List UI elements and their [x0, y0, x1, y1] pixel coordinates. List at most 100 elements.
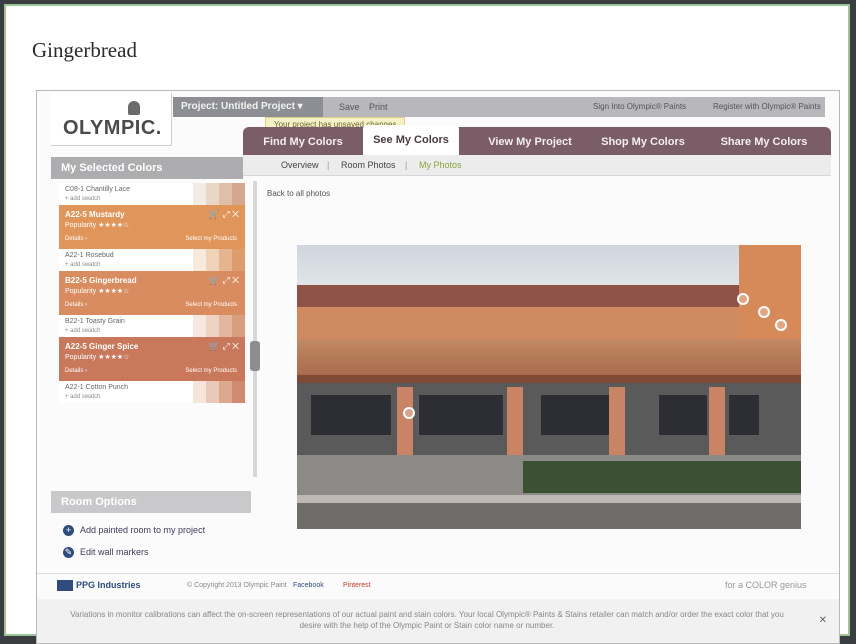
olympic-app-screenshot: OLYMPIC. Project: Untitled Project ▾ Sav…	[36, 90, 840, 644]
swatch-chip[interactable]	[219, 315, 232, 337]
wall-marker-icon[interactable]	[403, 407, 415, 419]
add-swatch-link[interactable]: + add swatch	[65, 262, 101, 268]
photo-window	[311, 395, 391, 435]
back-to-photos-link[interactable]: Back to all photos	[267, 189, 330, 198]
swatch-chip[interactable]	[219, 249, 232, 271]
swatch-chip[interactable]	[193, 381, 206, 403]
swatch-chip[interactable]	[206, 249, 219, 271]
room-photo[interactable]	[297, 245, 801, 529]
swatch-chip[interactable]	[232, 315, 245, 337]
swatch-name: B22-1 Toasty Grain	[65, 318, 125, 325]
swatch-row[interactable]: A22-1 Cotton Punch + add swatch	[59, 381, 245, 403]
card-actions-icon[interactable]: 🛒 ⤢ ✕	[209, 341, 239, 352]
wall-marker-icon[interactable]	[737, 293, 749, 305]
edit-wall-markers-label: Edit wall markers	[80, 547, 149, 557]
swatch-chip[interactable]	[206, 315, 219, 337]
color-card[interactable]: B22-5 Gingerbread Popularity ★★★★☆ Details…	[59, 271, 245, 315]
room-options-title[interactable]: Room Options	[51, 491, 251, 513]
add-swatch-link[interactable]: + add swatch	[65, 196, 101, 202]
photo-hedge	[523, 461, 801, 493]
swatch-chip[interactable]	[232, 249, 245, 271]
swatch-name: C08-1 Chantilly Lace	[65, 186, 130, 193]
swatch-chip[interactable]	[193, 315, 206, 337]
swatch-chip[interactable]	[193, 183, 206, 205]
add-swatch-link[interactable]: + add swatch	[65, 328, 101, 334]
pinterest-link[interactable]: Pinterest	[343, 582, 371, 589]
logo[interactable]: OLYMPIC.	[51, 93, 172, 146]
select-products-link[interactable]: Select my Products	[185, 302, 237, 308]
ppg-logo-icon	[57, 580, 73, 592]
register-link[interactable]: Register with Olympic® Paints	[713, 97, 821, 117]
color-card[interactable]: A22-5 Ginger Spice Popularity ★★★★☆ Detail…	[59, 337, 245, 381]
swatch-chips	[193, 183, 245, 205]
popularity-rating: Popularity ★★★★☆	[65, 354, 130, 361]
selected-colors-list: C08-1 Chantilly Lace + add swatch A22-5 Mu…	[59, 183, 245, 483]
signin-link[interactable]: Sign Into Olympic® Paints	[593, 97, 686, 117]
scrollbar-thumb[interactable]	[250, 341, 260, 371]
logo-text: OLYMPIC.	[63, 117, 162, 139]
swatch-chip[interactable]	[232, 381, 245, 403]
subtab-my-photos[interactable]: My Photos	[419, 155, 462, 175]
swatch-chip[interactable]	[219, 381, 232, 403]
edit-wall-markers-option[interactable]: ✎ Edit wall markers	[63, 547, 149, 559]
scrollbar-track[interactable]	[253, 181, 257, 477]
photo-road	[297, 503, 801, 529]
select-products-link[interactable]: Select my Products	[185, 368, 237, 374]
sidebar-title[interactable]: My Selected Colors	[51, 157, 243, 179]
select-products-link[interactable]: Select my Products	[185, 236, 237, 242]
project-dropdown[interactable]: Project: Untitled Project ▾	[173, 97, 323, 117]
details-link[interactable]: Details ›	[65, 302, 87, 308]
swatch-chip[interactable]	[193, 249, 206, 271]
ppg-logo[interactable]: PPG Industries	[57, 580, 141, 592]
color-card[interactable]: A22-5 Mustardy Popularity ★★★★☆ Details › S…	[59, 205, 245, 249]
photo-roof-band	[297, 285, 765, 307]
color-name: B22-5 Gingerbread	[65, 276, 137, 285]
swatch-chips	[193, 249, 245, 271]
photo-awning	[297, 339, 801, 375]
swatch-name: A22-1 Rosebud	[65, 252, 114, 259]
disclaimer-text: Variations in monitor calibrations can a…	[70, 610, 784, 630]
add-painted-room-label: Add painted room to my project	[80, 525, 206, 535]
swatch-row[interactable]: B22-1 Toasty Grain + add swatch	[59, 315, 245, 337]
main-nav: Find My Colors See My Colors View My Pro…	[243, 125, 831, 155]
details-link[interactable]: Details ›	[65, 236, 87, 242]
subnav-separator: |	[405, 160, 408, 170]
close-icon[interactable]: ✕	[819, 615, 827, 626]
swatch-chip[interactable]	[232, 183, 245, 205]
ppg-label: PPG Industries	[76, 580, 141, 590]
save-link[interactable]: Save	[339, 97, 360, 117]
photo-window	[729, 395, 759, 435]
subtab-room-photos[interactable]: Room Photos	[341, 155, 396, 175]
add-swatch-link[interactable]: + add swatch	[65, 394, 101, 400]
photo-pillar	[507, 387, 523, 455]
swatch-row[interactable]: A22-1 Rosebud + add swatch	[59, 249, 245, 271]
facebook-link[interactable]: Facebook	[293, 582, 324, 589]
tab-see-my-colors[interactable]: See My Colors	[363, 125, 459, 155]
card-actions-icon[interactable]: 🛒 ⤢ ✕	[209, 209, 239, 220]
photo-window	[419, 395, 503, 435]
copyright: © Copyright 2013 Olympic Paint	[187, 582, 287, 589]
tab-view-my-project[interactable]: View My Project	[475, 127, 585, 155]
subtab-overview[interactable]: Overview	[281, 155, 319, 175]
logo-mark-icon	[128, 101, 140, 115]
add-painted-room-option[interactable]: + Add painted room to my project	[63, 525, 206, 537]
sub-nav: Overview | Room Photos | My Photos	[243, 155, 831, 176]
photo-fascia	[297, 375, 801, 383]
popularity-rating: Popularity ★★★★☆	[65, 288, 130, 295]
disclaimer-bar: Variations in monitor calibrations can a…	[37, 599, 839, 643]
print-link[interactable]: Print	[369, 97, 388, 117]
tab-shop-my-colors[interactable]: Shop My Colors	[593, 127, 693, 155]
swatch-chip[interactable]	[219, 183, 232, 205]
photo-pillar	[609, 387, 625, 455]
tab-find-my-colors[interactable]: Find My Colors	[253, 127, 353, 155]
wall-marker-icon[interactable]	[758, 306, 770, 318]
card-actions-icon[interactable]: 🛒 ⤢ ✕	[209, 275, 239, 286]
tab-share-my-colors[interactable]: Share My Colors	[709, 127, 819, 155]
details-link[interactable]: Details ›	[65, 368, 87, 374]
swatch-row[interactable]: C08-1 Chantilly Lace + add swatch	[59, 183, 245, 205]
swatch-chip[interactable]	[206, 381, 219, 403]
swatch-chip[interactable]	[206, 183, 219, 205]
swatch-chips	[193, 315, 245, 337]
wall-marker-icon[interactable]	[775, 319, 787, 331]
subnav-separator: |	[327, 160, 330, 170]
